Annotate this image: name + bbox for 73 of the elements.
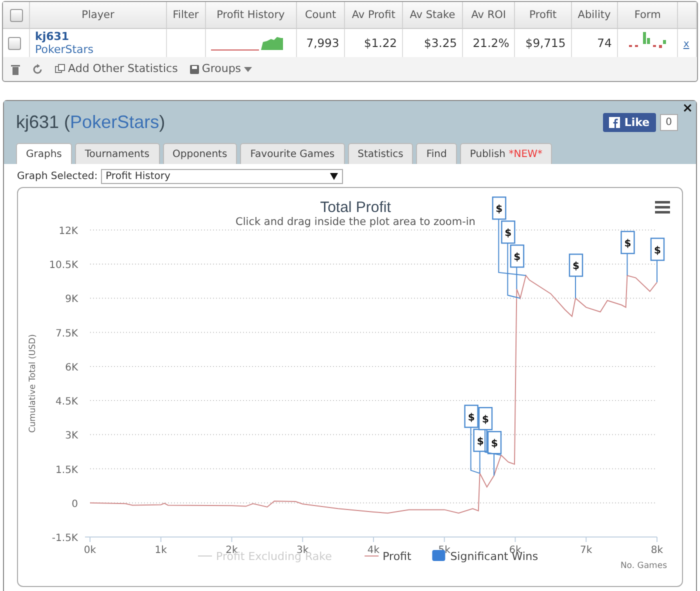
caret-icon bbox=[330, 173, 338, 180]
y-tick-label: 10.5K bbox=[49, 260, 78, 272]
y-axis-title: Cumulative Total (USD) bbox=[28, 334, 38, 433]
remove-link[interactable]: x bbox=[683, 39, 690, 50]
graph-select[interactable]: Profit History bbox=[100, 169, 343, 184]
x-axis-title: No. Games bbox=[620, 561, 667, 571]
table-cell: $9,715 bbox=[514, 28, 572, 57]
x-tick-label: 4k bbox=[367, 545, 380, 556]
panel-title: kj631 (PokerStars) bbox=[16, 112, 166, 132]
y-tick-label: 0 bbox=[72, 498, 78, 510]
y-tick-label: 4.5K bbox=[56, 396, 78, 408]
table-cell: 74 bbox=[571, 28, 618, 57]
annotation: $ bbox=[514, 252, 521, 264]
column-header[interactable]: Filter bbox=[166, 2, 206, 28]
column-header[interactable]: Profit History bbox=[205, 2, 296, 28]
x-tick-label: 1k bbox=[154, 545, 167, 556]
tab[interactable]: Graphs bbox=[16, 143, 72, 164]
tab[interactable]: Opponents bbox=[162, 143, 238, 164]
column-header[interactable]: Form bbox=[617, 2, 678, 28]
table-cell: 7,993 bbox=[296, 28, 345, 57]
annotation: $ bbox=[624, 238, 632, 250]
save-icon bbox=[190, 64, 199, 74]
tab[interactable]: Find bbox=[416, 143, 457, 164]
x-tick-label: 8k bbox=[650, 545, 664, 556]
y-tick-label: -1.5K bbox=[52, 533, 78, 544]
y-tick-label: 6K bbox=[65, 362, 78, 374]
annotation: $ bbox=[468, 412, 475, 424]
graph-select-label: Graph Selected: bbox=[17, 171, 98, 182]
annotation: $ bbox=[504, 228, 512, 240]
refresh-icon[interactable] bbox=[32, 64, 43, 74]
column-header[interactable]: Av Profit bbox=[344, 2, 402, 28]
annotation: $ bbox=[482, 414, 490, 426]
facebook-icon bbox=[609, 116, 620, 128]
legend-label: Profit bbox=[382, 550, 412, 563]
annotation: $ bbox=[654, 245, 662, 256]
y-tick-label: 3K bbox=[65, 430, 78, 442]
column-header[interactable]: Av ROI bbox=[462, 2, 515, 28]
like-count: 0 bbox=[660, 114, 678, 130]
tab[interactable]: Tournaments bbox=[74, 143, 160, 164]
add-statistics-button[interactable]: Add Other Statistics bbox=[55, 62, 178, 76]
y-tick-label: 7.5K bbox=[56, 328, 78, 340]
y-tick-label: 9K bbox=[65, 294, 78, 306]
y-tick-label: 1.5K bbox=[56, 464, 78, 476]
column-header[interactable]: Count bbox=[296, 2, 345, 28]
table-cell: $3.25 bbox=[402, 28, 462, 57]
site-name: PokerStars bbox=[35, 43, 95, 56]
column-header[interactable]: Ability bbox=[571, 2, 618, 28]
annotation: $ bbox=[572, 261, 580, 272]
copy-icon bbox=[55, 64, 65, 74]
groups-dropdown[interactable]: Groups bbox=[190, 62, 252, 76]
menu-icon[interactable] bbox=[655, 201, 670, 214]
tab[interactable]: Favourite Games bbox=[240, 143, 345, 164]
close-button[interactable]: × bbox=[682, 101, 693, 116]
column-header[interactable]: Profit bbox=[514, 2, 572, 28]
chart-title: Total Profit bbox=[320, 199, 391, 216]
caret-icon bbox=[244, 66, 252, 72]
chart-subtitle: Click and drag inside the plot area to zoom-in bbox=[236, 216, 476, 228]
tab[interactable]: Statistics bbox=[348, 143, 414, 164]
row-checkbox[interactable] bbox=[8, 37, 21, 50]
x-tick-label: 7k bbox=[580, 545, 592, 556]
annotation: $ bbox=[496, 204, 503, 216]
player-name[interactable]: kj631 bbox=[35, 30, 161, 43]
table-cell: 21.2% bbox=[462, 28, 515, 57]
column-header[interactable]: Av Stake bbox=[402, 2, 462, 28]
like-button[interactable]: Like bbox=[603, 112, 656, 132]
x-tick-label: 0k bbox=[84, 545, 96, 556]
annotation: $ bbox=[491, 438, 498, 450]
y-tick-label: 12K bbox=[58, 226, 78, 237]
column-header[interactable]: Player bbox=[30, 2, 166, 28]
trash-icon[interactable] bbox=[11, 64, 20, 74]
tab[interactable]: Publish *NEW* bbox=[460, 143, 552, 164]
table-cell: $1.22 bbox=[344, 28, 402, 57]
select-all-checkbox[interactable] bbox=[10, 8, 22, 22]
